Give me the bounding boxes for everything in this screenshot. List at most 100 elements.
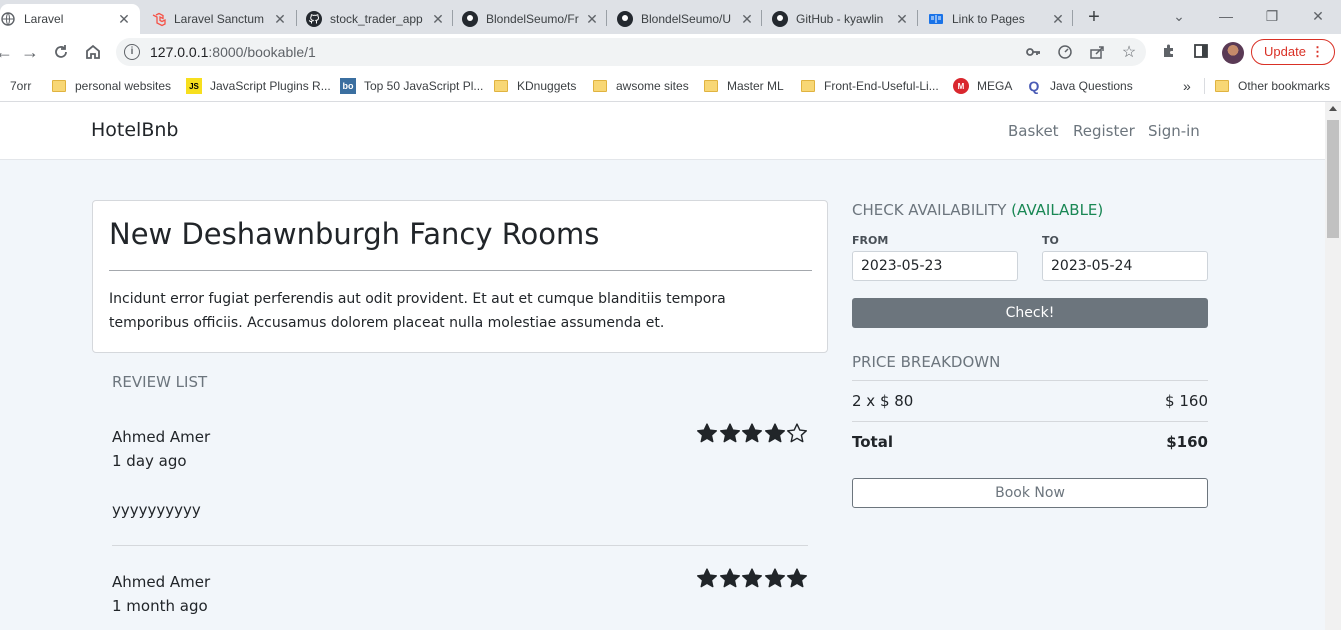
tab-title: BlondelSeumo/Fr [486,12,579,26]
site-navbar: HotelBnb Basket Register Sign-in [0,102,1325,160]
close-tab-icon[interactable]: ✕ [430,11,446,28]
close-tab-icon[interactable]: ✕ [584,11,600,28]
forward-icon[interactable]: → [18,40,42,64]
key-icon[interactable] [1024,44,1042,62]
tab-laravel[interactable]: Laravel ✕ [0,4,140,34]
bookmarks-overflow-icon[interactable]: » [1183,77,1191,95]
divider [852,421,1208,422]
bookmark-java-questions[interactable]: Q Java Questions [1026,77,1133,95]
tab-title: GitHub - kyawlin [796,12,884,26]
minimize-icon[interactable]: — [1203,4,1249,28]
share-icon[interactable] [1088,44,1106,62]
review-list-heading: Review list [112,373,208,391]
address-bar[interactable]: i 127.0.0.1:8000/bookable/1 ☆ [116,38,1146,66]
home-icon[interactable] [81,40,105,64]
more-menu-icon: ⋮ [1311,44,1324,59]
close-tab-icon[interactable]: ✕ [272,11,288,28]
star-filled-icon [787,568,807,588]
bookmark-top50-js[interactable]: bo Top 50 JavaScript Pl... [340,77,483,95]
review-time: 1 month ago [112,597,208,615]
new-tab-icon[interactable]: + [1084,6,1104,28]
divider [109,270,812,271]
laravel-icon [150,11,166,27]
bookmark-master-ml[interactable]: Master ML [703,77,784,95]
book-icon [928,11,944,27]
from-date-input[interactable]: 2023-05-23 [852,251,1018,281]
tab-title: Laravel [24,12,64,26]
tab-stock-trader[interactable]: stock_trader_app ✕ [306,4,446,34]
page-scrollbar[interactable] [1325,102,1341,630]
star-filled-icon [697,568,717,588]
close-tab-icon[interactable]: ✕ [739,11,755,28]
star-filled-icon [764,423,785,443]
tab-blondelseumo-u[interactable]: BlondelSeumo/U ✕ [617,4,755,34]
performance-icon[interactable] [1056,44,1074,62]
restore-icon[interactable]: ❐ [1249,4,1295,28]
price-breakdown-heading: Price breakdown [852,353,1001,371]
url-text: 127.0.0.1:8000/bookable/1 [150,44,316,60]
close-tab-icon[interactable]: ✕ [1050,11,1066,28]
nav-basket[interactable]: Basket [1008,122,1059,140]
extensions-icon[interactable] [1160,43,1178,61]
bookmark-awsome-sites[interactable]: awsome sites [592,77,689,95]
side-panel-icon[interactable] [1192,43,1210,61]
bookmark-7orr[interactable]: 7orr [0,77,31,95]
page-viewport: HotelBnb Basket Register Sign-in New Des… [0,102,1325,630]
star-filled-icon [742,423,762,443]
bookable-title: New Deshawnburgh Fancy Rooms [109,217,600,251]
bookmark-star-icon[interactable]: ☆ [1120,44,1138,62]
close-tab-icon[interactable]: ✕ [894,11,910,28]
bookmark-personal-websites[interactable]: personal websites [51,77,171,95]
total-label: Total [852,433,893,451]
scrollbar-thumb[interactable] [1327,120,1339,238]
tab-blondelseumo-fr[interactable]: BlondelSeumo/Fr ✕ [462,4,600,34]
tab-link-to-pages[interactable]: Link to Pages ✕ [928,4,1066,34]
javascript-icon: JS [186,78,202,94]
bo-icon: bo [340,78,356,94]
star-filled-icon [719,423,740,443]
update-button[interactable]: Update ⋮ [1251,39,1335,65]
tab-title: Laravel Sanctum [174,12,265,26]
from-label: From [852,234,889,247]
tab-title: BlondelSeumo/U [641,12,732,26]
reload-icon[interactable] [49,40,73,64]
check-button[interactable]: Check! [852,298,1208,328]
review-divider [112,545,808,546]
bookmark-js-plugins[interactable]: JS JavaScript Plugins R... [186,77,331,95]
folder-icon [800,78,816,94]
browser-toolbar: ← → i 127.0.0.1:8000/bookable/1 ☆ Update… [0,34,1341,70]
book-now-button[interactable]: Book Now [852,478,1208,508]
folder-icon [703,78,719,94]
star-rating [696,422,809,444]
nav-register[interactable]: Register [1073,122,1135,140]
tab-title: stock_trader_app [330,12,423,26]
bookmark-other[interactable]: Other bookmarks [1214,77,1330,95]
q-icon: Q [1028,78,1040,94]
bookmark-front-end[interactable]: Front-End-Useful-Li... [800,77,939,95]
review-time: 1 day ago [112,452,187,470]
bookmark-kdnuggets[interactable]: KDnuggets [493,77,576,95]
review-author: Ahmed Amer [112,428,211,446]
nav-sign-in[interactable]: Sign-in [1148,122,1200,140]
tab-laravel-sanctum[interactable]: Laravel Sanctum ✕ [150,4,288,34]
tab-title: Link to Pages [952,12,1025,26]
scroll-up-arrow-icon[interactable] [1329,106,1337,111]
profile-avatar[interactable] [1222,42,1244,64]
price-line-amount: $ 160 [1165,392,1208,410]
star-rating [696,567,809,589]
to-date-input[interactable]: 2023-05-24 [1042,251,1208,281]
brand-logo[interactable]: HotelBnb [91,119,178,141]
folder-icon [493,78,509,94]
star-filled-icon [764,568,785,588]
close-tab-icon[interactable]: ✕ [116,11,132,28]
back-icon[interactable]: ← [0,40,16,64]
mega-icon: M [953,78,969,94]
close-window-icon[interactable]: ✕ [1295,4,1341,28]
tab-github-kyawlin[interactable]: GitHub - kyawlin ✕ [772,4,910,34]
tab-search-icon[interactable]: ⌄ [1156,4,1202,28]
price-line-label: 2 x $ 80 [852,392,914,410]
folder-icon [592,78,608,94]
site-info-icon[interactable]: i [124,44,140,60]
bookmark-mega[interactable]: M MEGA [953,77,1012,95]
total-amount: $160 [1166,433,1208,451]
